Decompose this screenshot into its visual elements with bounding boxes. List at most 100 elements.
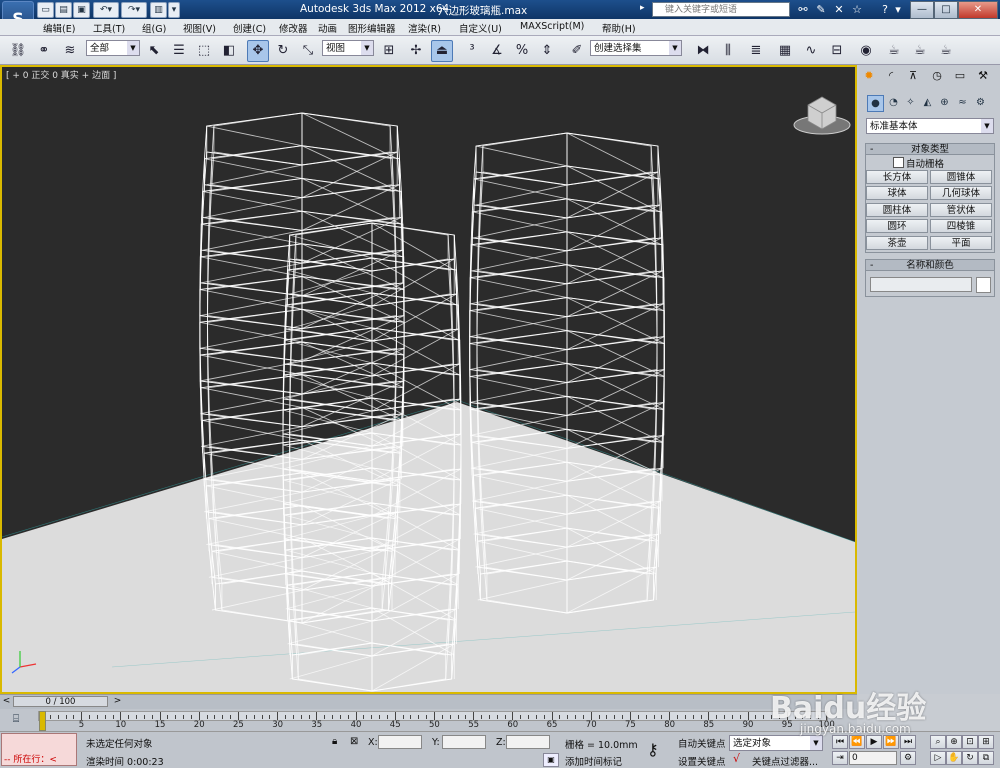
mirror-icon[interactable]: ⧓ — [692, 40, 714, 62]
key-icon[interactable]: ⚷ — [647, 740, 659, 759]
object-name-input[interactable] — [870, 277, 972, 292]
menu-animation[interactable]: 动画 — [318, 21, 337, 35]
play-icon[interactable]: ▶ — [866, 735, 882, 749]
cone-button[interactable]: 圆锥体 — [930, 170, 992, 184]
binoculars-icon[interactable]: ⚯ — [795, 2, 811, 17]
menu-customize[interactable]: 自定义(U) — [459, 21, 502, 35]
named-selection-sets-dropdown[interactable]: 创建选择集▼ — [590, 40, 682, 56]
tube-button[interactable]: 管状体 — [930, 203, 992, 217]
close-search-icon[interactable]: ✕ — [831, 2, 847, 17]
go-to-start-icon[interactable]: ⏮ — [832, 735, 848, 749]
redo-icon[interactable]: ↷▾ — [121, 2, 147, 18]
menu-tools[interactable]: 工具(T) — [93, 21, 125, 35]
object-type-rollout-header[interactable]: -对象类型 — [865, 143, 995, 155]
bind-space-warp-icon[interactable]: ≋ — [59, 40, 81, 62]
selection-filter-dropdown[interactable]: 全部▼ — [86, 40, 140, 56]
key-filters-button[interactable]: 关键点过滤器... — [752, 754, 818, 768]
menu-views[interactable]: 视图(V) — [183, 21, 216, 35]
time-tag-icon[interactable]: ▣ — [543, 753, 559, 767]
perspective-viewport[interactable] — [0, 65, 857, 694]
open-file-icon[interactable]: ▤ — [55, 2, 72, 18]
teapot-button[interactable]: 茶壶 — [866, 236, 928, 250]
geometry-icon[interactable]: ● — [867, 95, 884, 112]
snaps-toggle-icon[interactable]: ³ — [461, 40, 483, 62]
hierarchy-tab-icon[interactable]: ⊼ — [905, 68, 921, 84]
edit-named-selection-icon[interactable]: ✐ — [566, 40, 588, 62]
menu-create[interactable]: 创建(C) — [233, 21, 266, 35]
layer-manager-icon[interactable]: ≣ — [745, 40, 767, 62]
shapes-icon[interactable]: ◔ — [886, 95, 901, 110]
rectangular-selection-icon[interactable]: ⬚ — [193, 40, 215, 62]
minimize-button[interactable]: — — [910, 1, 934, 19]
motion-tab-icon[interactable]: ◷ — [929, 68, 945, 84]
menu-edit[interactable]: 编辑(E) — [43, 21, 75, 35]
help-dropdown-icon[interactable]: ▾ — [893, 2, 903, 17]
select-and-scale-icon[interactable]: ⤡ — [297, 40, 319, 62]
object-color-swatch[interactable] — [976, 277, 991, 293]
select-object-icon[interactable]: ⬉ — [143, 40, 165, 62]
viewport-label-menu[interactable]: [ + 0 正交 0 真实 + 边面 ] — [6, 68, 116, 81]
maximize-viewport-icon[interactable]: ⧉ — [978, 751, 994, 765]
box-button[interactable]: 长方体 — [866, 170, 928, 184]
next-frame-icon[interactable]: > — [112, 696, 123, 707]
render-setup-icon[interactable]: ☕ — [883, 40, 905, 62]
add-time-tag-button[interactable]: 添加时间标记 — [565, 754, 622, 768]
modify-tab-icon[interactable]: ◜ — [883, 68, 899, 84]
create-tab-icon[interactable]: ✹ — [861, 68, 877, 84]
schematic-view-icon[interactable]: ⊟ — [826, 40, 848, 62]
save-file-icon[interactable]: ▣ — [73, 2, 90, 18]
object-category-dropdown[interactable]: 标准基本体▼ — [866, 118, 994, 134]
graphite-ribbon-icon[interactable]: ▦ — [774, 40, 796, 62]
select-and-move-icon[interactable]: ✥ — [247, 40, 269, 62]
previous-frame-icon[interactable]: < — [1, 696, 12, 707]
rendered-frame-window-icon[interactable]: ☕ — [909, 40, 931, 62]
percent-snap-icon[interactable]: % — [511, 40, 533, 62]
select-and-manipulate-icon[interactable]: ✢ — [405, 40, 427, 62]
new-file-icon[interactable]: ▭ — [37, 2, 54, 18]
y-coordinate-field[interactable] — [442, 735, 486, 749]
select-by-name-icon[interactable]: ☰ — [168, 40, 190, 62]
menu-group[interactable]: 组(G) — [142, 21, 166, 35]
geosphere-button[interactable]: 几何球体 — [930, 186, 992, 200]
set-key-button[interactable]: 设置关键点 — [678, 754, 726, 768]
key-mode-dropdown[interactable]: 选定对象▼ — [729, 735, 823, 751]
quick-access-dropdown-icon[interactable]: ▾ — [168, 2, 180, 18]
zoom-all-icon[interactable]: ⊕ — [946, 735, 962, 749]
window-crossing-icon[interactable]: ◧ — [218, 40, 240, 62]
use-pivot-center-icon[interactable]: ⊞ — [378, 40, 400, 62]
current-frame-field[interactable]: 0 — [849, 751, 897, 765]
time-configuration-icon[interactable]: ⚙ — [900, 751, 916, 765]
autogrid-checkbox[interactable] — [893, 157, 904, 168]
align-icon[interactable]: ⫼ — [717, 40, 739, 62]
project-folder-icon[interactable]: ▥ — [150, 2, 167, 18]
help-search-input[interactable]: 键入关键字或短语 — [652, 2, 790, 17]
z-coordinate-field[interactable] — [506, 735, 550, 749]
keyboard-shortcut-override-icon[interactable]: ⏏ — [431, 40, 453, 62]
curve-editor-icon[interactable]: ∿ — [800, 40, 822, 62]
utilities-tab-icon[interactable]: ⚒ — [975, 68, 991, 84]
favorites-star-icon[interactable]: ☆ — [849, 2, 865, 17]
select-and-link-icon[interactable]: ⛓ — [7, 40, 29, 62]
space-warps-icon[interactable]: ≈ — [955, 95, 970, 110]
menu-maxscript[interactable]: MAXScript(M) — [520, 21, 584, 32]
absolute-mode-icon[interactable]: ⊠ — [350, 736, 358, 747]
render-production-icon[interactable]: ☕ — [935, 40, 957, 62]
systems-icon[interactable]: ⚙ — [973, 95, 988, 110]
help-icon[interactable]: ? — [877, 2, 893, 17]
field-of-view-icon[interactable]: ▷ — [930, 751, 946, 765]
reference-coordinate-dropdown[interactable]: 视图▼ — [322, 40, 374, 56]
zoom-extents-icon[interactable]: ⊡ — [962, 735, 978, 749]
next-key-icon[interactable]: ⏩ — [883, 735, 899, 749]
unlink-icon[interactable]: ⚭ — [33, 40, 55, 62]
menu-modifiers[interactable]: 修改器 — [279, 21, 308, 35]
display-tab-icon[interactable]: ▭ — [952, 68, 968, 84]
mini-curve-editor-icon[interactable]: ⌸ — [5, 711, 27, 727]
pyramid-button[interactable]: 四棱锥 — [930, 219, 992, 233]
pan-view-icon[interactable]: ✋ — [946, 751, 962, 765]
auto-key-button[interactable]: 自动关键点 — [678, 736, 726, 750]
selection-lock-icon[interactable]: 🔒︎ — [332, 736, 337, 747]
name-color-rollout-header[interactable]: -名称和颜色 — [865, 259, 995, 271]
zoom-icon[interactable]: ⌕ — [930, 735, 946, 749]
close-button[interactable]: ✕ — [958, 1, 998, 19]
lights-icon[interactable]: ✧ — [903, 95, 918, 110]
